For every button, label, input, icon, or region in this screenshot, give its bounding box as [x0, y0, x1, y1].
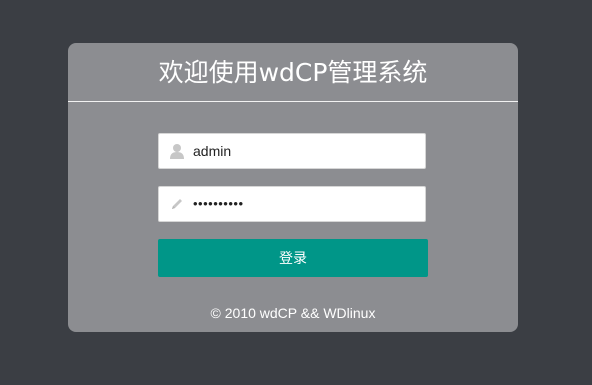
login-button[interactable]: 登录 — [158, 239, 428, 277]
password-value: •••••••••• — [193, 196, 244, 211]
password-field[interactable]: •••••••••• — [158, 186, 426, 222]
username-value: admin — [193, 143, 232, 159]
pencil-icon — [169, 196, 185, 212]
user-icon — [169, 143, 185, 159]
title-divider — [68, 101, 518, 102]
page-title: 欢迎使用wdCP管理系统 — [158, 58, 428, 87]
copyright-footer: © 2010 wdCP && WDlinux — [210, 305, 376, 321]
login-card: 欢迎使用wdCP管理系统 admin •••••••••• 登录 © 2010 … — [68, 43, 518, 332]
username-field[interactable]: admin — [158, 133, 426, 169]
